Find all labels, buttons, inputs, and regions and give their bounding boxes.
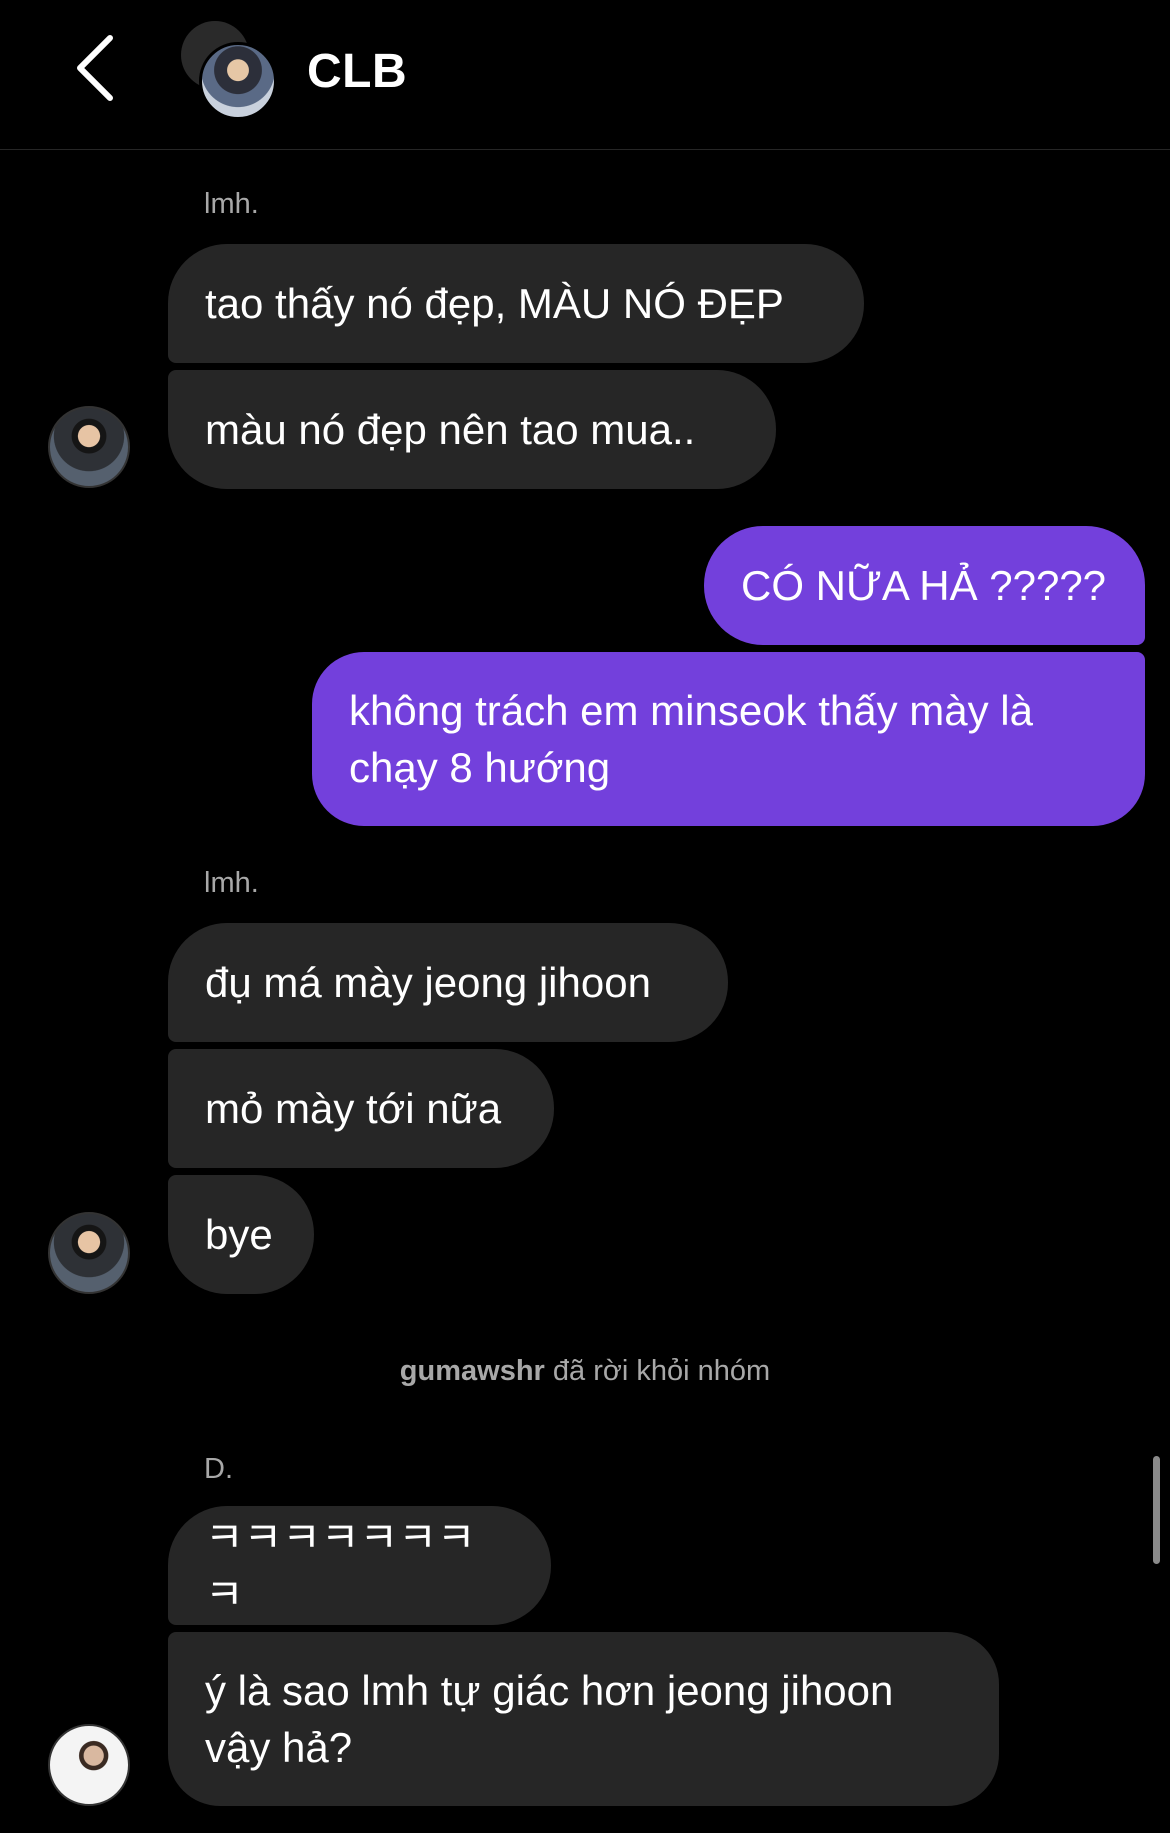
message-bubble-outgoing[interactable]: không trách em minseok thấy mày là chạy … [312,652,1145,826]
group-avatar[interactable] [178,18,288,120]
sender-name: lmh. [204,867,259,899]
avatar[interactable] [48,1212,130,1294]
message-bubble-incoming[interactable]: tao thấy nó đẹp, MÀU NÓ ĐẸP [168,244,864,363]
system-message-action: đã rời khỏi nhóm [552,1355,771,1387]
message-bubble-incoming[interactable]: mỏ mày tới nữa [168,1049,554,1168]
message-bubble-incoming[interactable]: bye [168,1175,314,1294]
avatar[interactable] [48,406,130,488]
chat-title[interactable]: CLB [307,44,407,99]
group-avatar-front [199,42,277,120]
chevron-left-icon [77,35,113,101]
back-button[interactable] [62,28,122,108]
chat-header: CLB [0,0,1170,150]
message-bubble-incoming[interactable]: ㅋㅋㅋㅋㅋㅋㅋㅋ [168,1506,551,1625]
message-bubble-incoming[interactable]: ý là sao lmh tự giác hơn jeong jihoon vậ… [168,1632,999,1806]
system-message: gumawshr đã rời khỏi nhóm [0,1355,1170,1388]
message-bubble-incoming[interactable]: đụ má mày jeong jihoon [168,923,728,1042]
message-bubble-outgoing[interactable]: CÓ NỮA HẢ ????? [704,526,1145,645]
avatar[interactable] [48,1724,130,1806]
message-bubble-incoming[interactable]: màu nó đẹp nên tao mua.. [168,370,776,489]
scrollbar[interactable] [1153,1456,1160,1564]
sender-name: lmh. [204,188,259,220]
system-message-user[interactable]: gumawshr [400,1355,545,1387]
sender-name: D. [204,1453,233,1485]
